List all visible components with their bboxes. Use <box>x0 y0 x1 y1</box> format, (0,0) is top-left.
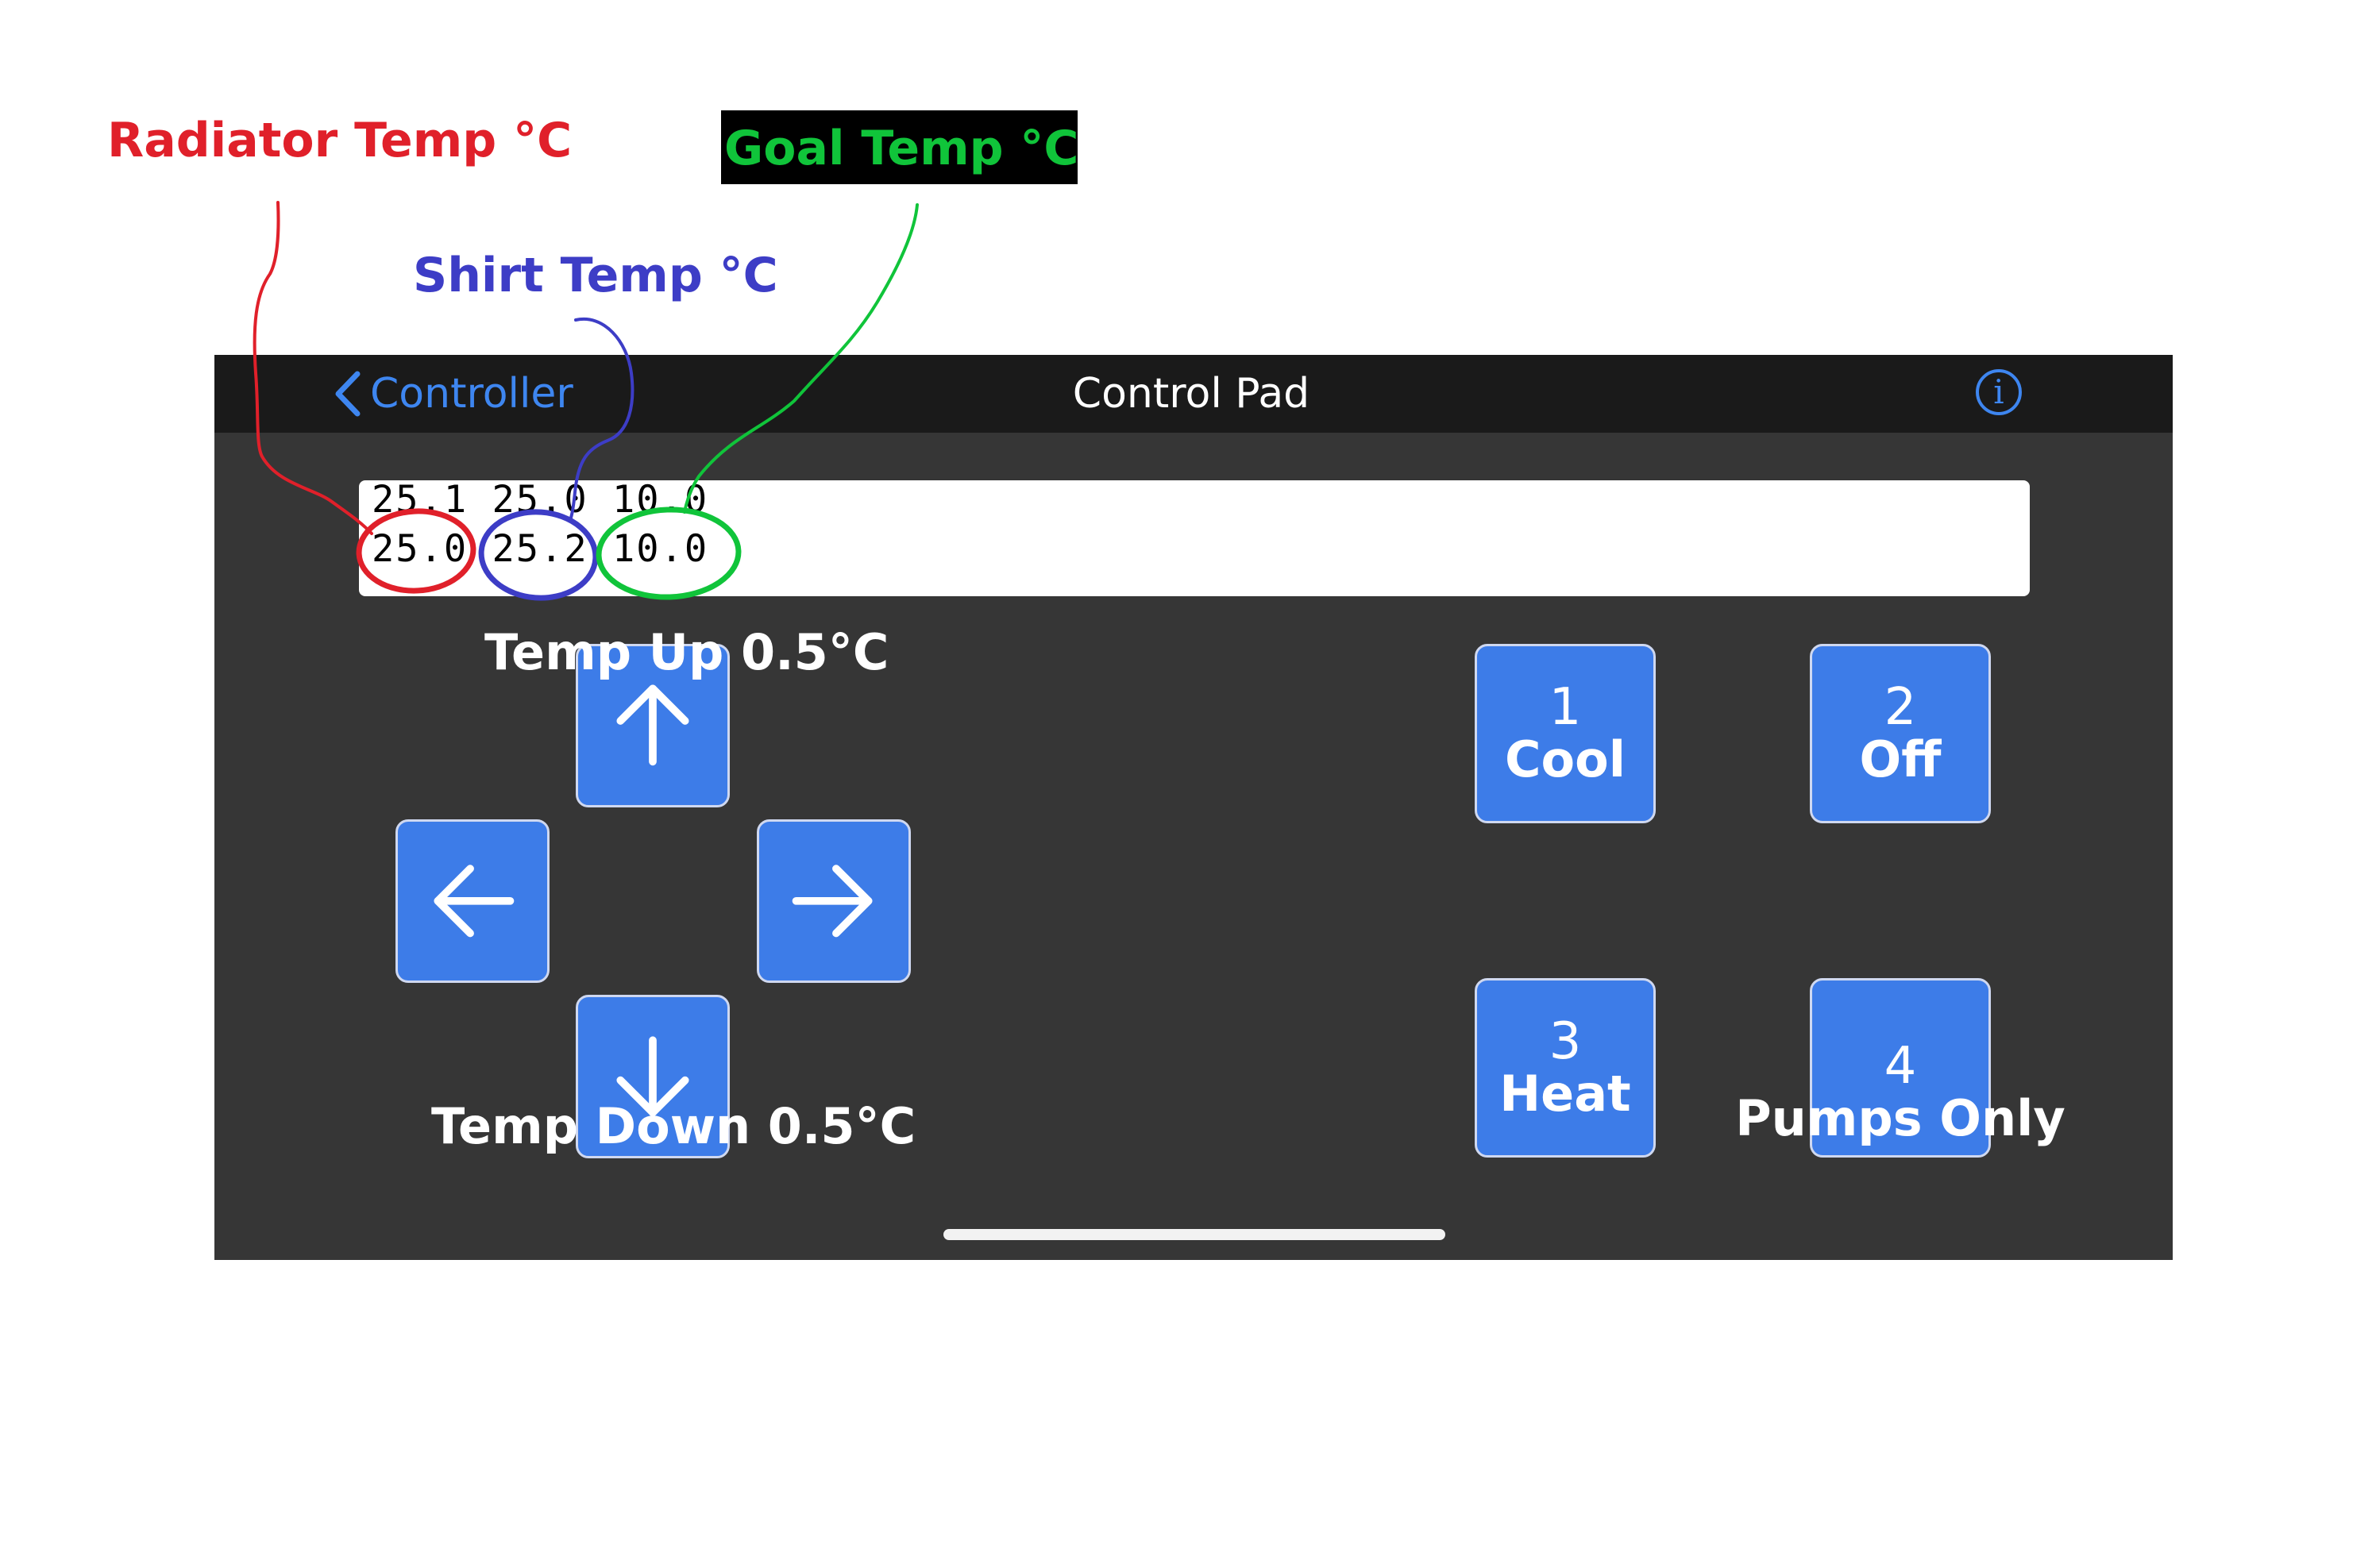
goal-temp-value: 10.0 <box>611 527 709 571</box>
arrow-right-icon <box>792 865 873 938</box>
info-icon[interactable]: i <box>1976 369 2022 415</box>
back-button-label: Controller <box>370 370 573 418</box>
readout-line-2: 25.0 25.2 10.0 <box>372 527 708 571</box>
mode-number: 3 <box>1549 1012 1582 1071</box>
mode-cool-button[interactable]: 1 Cool <box>1475 644 1656 823</box>
mode-heat-button[interactable]: 3 Heat <box>1475 978 1656 1158</box>
shirt-temp-annotation: Shirt Temp °C <box>413 248 778 303</box>
back-button[interactable]: Controller <box>334 367 573 421</box>
mode-number: 2 <box>1884 678 1917 737</box>
temp-down-caption: Temp Down 0.5°C <box>431 1097 916 1155</box>
mode-number: 1 <box>1549 678 1582 737</box>
radiator-temp-annotation: Radiator Temp °C <box>107 113 573 168</box>
page-title: Control Pad <box>1072 370 1310 418</box>
goal-temp-annotation: Goal Temp °C <box>724 121 1079 176</box>
chevron-left-icon <box>335 371 361 417</box>
mode-label: Cool <box>1505 730 1626 788</box>
readout-line-1: 25.1 25.0 10.0 <box>372 478 709 522</box>
left-button[interactable] <box>395 819 550 983</box>
home-indicator <box>943 1229 1445 1240</box>
temp-up-caption: Temp Up 0.5°C <box>484 623 889 681</box>
mode-label: Off <box>1859 730 1942 788</box>
mode-label: Pumps Only <box>1735 1089 2066 1147</box>
radiator-temp-value: 25.0 <box>372 527 469 571</box>
shirt-temp-value: 25.2 <box>492 527 588 571</box>
arrow-left-icon <box>434 865 515 938</box>
right-button[interactable] <box>757 819 911 983</box>
mode-label: Heat <box>1499 1065 1631 1123</box>
mode-number: 4 <box>1884 1037 1917 1096</box>
mode-off-button[interactable]: 2 Off <box>1810 644 1991 823</box>
